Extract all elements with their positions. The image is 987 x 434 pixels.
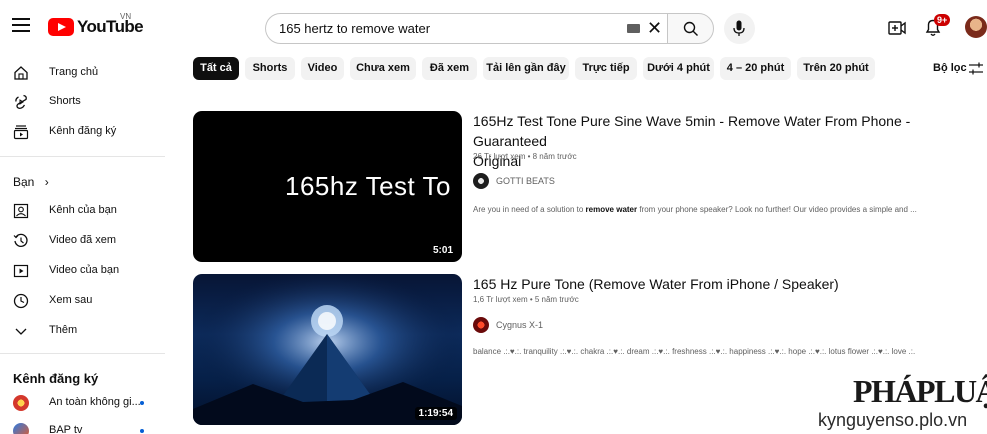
chip-under-4-min[interactable]: Dưới 4 phút bbox=[643, 57, 714, 80]
watch-later-icon bbox=[13, 293, 29, 309]
shorts-icon bbox=[15, 94, 27, 110]
sidebar-item-history[interactable]: Video đã xem bbox=[0, 227, 165, 255]
video-meta: 1,6 Tr lượt xem • 5 năm trước bbox=[473, 295, 579, 304]
search-input[interactable]: 165 hertz to remove water ✕ bbox=[265, 13, 667, 44]
chip-4-20-min[interactable]: 4 – 20 phút bbox=[720, 57, 791, 80]
avatar[interactable] bbox=[965, 16, 987, 38]
sidebar: Trang chủ Shorts Kênh đăng ký Bạn › Kênh… bbox=[0, 56, 165, 434]
thumbnail-text: 165hz Test To bbox=[285, 171, 451, 201]
sidebar-item-label: Kênh của bạn bbox=[49, 204, 117, 216]
subscription-label: An toàn không gi... bbox=[49, 396, 141, 408]
voice-search-button[interactable] bbox=[724, 13, 755, 44]
channel-avatar bbox=[13, 395, 29, 411]
new-content-dot bbox=[140, 429, 144, 433]
filter-button[interactable]: Bộ lọc bbox=[933, 62, 967, 74]
chip-unwatched[interactable]: Chưa xem bbox=[350, 57, 416, 80]
chip-live[interactable]: Trực tiếp bbox=[575, 57, 637, 80]
youtube-play-icon bbox=[48, 18, 74, 36]
top-bar: YouTube VN 165 hertz to remove water ✕ 9… bbox=[0, 0, 987, 56]
notification-badge: 9+ bbox=[934, 14, 951, 26]
watermark-logo: PHÁPLUẬT bbox=[853, 373, 987, 409]
sidebar-item-label: Xem sau bbox=[49, 294, 93, 306]
filter-icon[interactable] bbox=[968, 62, 984, 76]
sidebar-item-watch-later[interactable]: Xem sau bbox=[0, 287, 165, 315]
chevron-down-icon bbox=[15, 328, 27, 335]
search-query[interactable]: 165 hertz to remove water bbox=[279, 21, 430, 36]
channel-avatar bbox=[473, 317, 489, 333]
sidebar-subscription-item[interactable]: An toàn không gi... bbox=[0, 389, 165, 417]
sidebar-item-home[interactable]: Trang chủ bbox=[0, 59, 165, 87]
your-channel-icon bbox=[13, 203, 29, 219]
search-button[interactable] bbox=[667, 13, 714, 44]
chip-over-20-min[interactable]: Trên 20 phút bbox=[797, 57, 875, 80]
chip-all[interactable]: Tất cả bbox=[193, 57, 239, 80]
chevron-right-icon: › bbox=[44, 175, 49, 189]
sidebar-item-shorts[interactable]: Shorts bbox=[0, 88, 165, 116]
video-duration: 1:19:54 bbox=[414, 407, 457, 420]
video-description: Are you in need of a solution to remove … bbox=[473, 205, 917, 214]
video-meta: 26 Tr lượt xem • 8 năm trước bbox=[473, 152, 577, 161]
chip-video[interactable]: Video bbox=[301, 57, 344, 80]
channel-link[interactable]: Cygnus X-1 bbox=[473, 316, 543, 334]
video-thumbnail[interactable]: 165hz Test To 5:01 bbox=[193, 111, 462, 262]
channel-name: GOTTI BEATS bbox=[496, 176, 555, 186]
sidebar-item-label: Video của bạn bbox=[49, 264, 120, 276]
video-title-line: 165Hz Test Tone Pure Sine Wave 5min - Re… bbox=[473, 113, 911, 149]
sidebar-item-label: Trang chủ bbox=[49, 66, 99, 78]
chip-watched[interactable]: Đã xem bbox=[422, 57, 477, 80]
video-thumbnail[interactable]: 1:19:54 bbox=[193, 274, 462, 425]
video-description: balance .:.♥.:. tranquility .:.♥.:. chak… bbox=[473, 347, 916, 356]
clear-icon[interactable]: ✕ bbox=[647, 19, 663, 37]
sidebar-item-label: Thêm bbox=[49, 324, 78, 336]
watermark-site: kynguyenso.plo.vn bbox=[818, 410, 968, 430]
history-icon bbox=[13, 233, 28, 247]
keyboard-icon[interactable] bbox=[627, 24, 640, 33]
sidebar-item-label: Shorts bbox=[49, 95, 81, 107]
you-section-heading[interactable]: Bạn › bbox=[13, 175, 49, 189]
create-video-icon[interactable] bbox=[888, 20, 906, 36]
sidebar-item-subscriptions[interactable]: Kênh đăng ký bbox=[0, 118, 165, 146]
description-text: Are you in need of a solution to bbox=[473, 205, 586, 214]
home-icon bbox=[14, 66, 28, 80]
sidebar-item-your-videos[interactable]: Video của bạn bbox=[0, 257, 165, 285]
subscription-label: BAP tv bbox=[49, 424, 83, 434]
logo-text: YouTube bbox=[77, 17, 144, 36]
video-title[interactable]: 165Hz Test Tone Pure Sine Wave 5min - Re… bbox=[473, 111, 973, 171]
new-content-dot bbox=[140, 401, 144, 405]
you-heading-label: Bạn bbox=[13, 175, 35, 189]
channel-avatar bbox=[473, 173, 489, 189]
channel-link[interactable]: GOTTI BEATS bbox=[473, 172, 555, 190]
chip-recently-uploaded[interactable]: Tải lên gần đây bbox=[483, 57, 569, 80]
subscriptions-icon bbox=[13, 125, 29, 140]
sidebar-item-your-channel[interactable]: Kênh của bạn bbox=[0, 197, 165, 225]
microphone-icon bbox=[733, 20, 745, 36]
pyramid-scene bbox=[193, 274, 462, 425]
your-videos-icon bbox=[13, 264, 29, 278]
channel-name: Cygnus X-1 bbox=[496, 320, 544, 330]
divider bbox=[0, 353, 165, 354]
channel-avatar bbox=[13, 423, 29, 434]
chip-shorts[interactable]: Shorts bbox=[245, 57, 295, 80]
subscriptions-heading: Kênh đăng ký bbox=[13, 371, 99, 386]
search-icon bbox=[683, 21, 698, 36]
divider bbox=[0, 156, 165, 157]
menu-icon[interactable] bbox=[12, 18, 30, 32]
description-text: from your phone speaker? Look no further… bbox=[637, 205, 917, 214]
country-code: VN bbox=[120, 12, 132, 21]
video-duration: 5:01 bbox=[428, 244, 457, 257]
sidebar-subscription-item[interactable]: BAP tv bbox=[0, 417, 165, 434]
sidebar-item-show-more[interactable]: Thêm bbox=[0, 317, 165, 345]
sidebar-item-label: Video đã xem bbox=[49, 234, 117, 246]
video-title[interactable]: 165 Hz Pure Tone (Remove Water From iPho… bbox=[473, 274, 973, 294]
description-highlight: remove water bbox=[585, 205, 638, 214]
sidebar-item-label: Kênh đăng ký bbox=[49, 125, 117, 137]
